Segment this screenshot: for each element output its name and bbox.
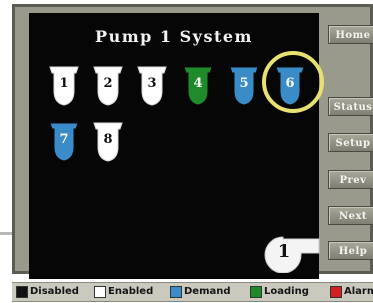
status-button[interactable]: Status <box>328 97 373 116</box>
pump-number: 3 <box>147 76 157 91</box>
legend-label: Alarm <box>344 286 373 297</box>
pump-number: 2 <box>103 76 113 91</box>
pump-8-icon[interactable]: 8 <box>91 121 125 165</box>
hmi-panel: Pump 1 System 1 2 3 4 5 6 7 8 1 Home Sta… <box>12 4 373 279</box>
status-legend: Disabled Enabled Demand Loading Alarm <box>12 282 373 302</box>
pump-number: 5 <box>239 76 249 91</box>
pump-3-icon[interactable]: 3 <box>135 65 169 109</box>
legend-item-loading: Loading <box>250 286 309 298</box>
legend-item-alarm: Alarm <box>330 286 373 298</box>
legend-item-disabled: Disabled <box>16 286 79 298</box>
pump-number: 7 <box>59 132 69 147</box>
pump-2-icon[interactable]: 2 <box>91 65 125 109</box>
help-button[interactable]: Help <box>328 241 373 260</box>
legend-swatch-icon <box>16 286 28 298</box>
legend-label: Demand <box>184 286 231 297</box>
selected-pump-number: 1 <box>277 241 291 262</box>
legend-swatch-icon <box>170 286 182 298</box>
pump-4-icon[interactable]: 4 <box>181 65 215 109</box>
legend-swatch-icon <box>250 286 262 298</box>
pump-symbol-icon: 1 <box>261 235 323 274</box>
pump-system-screen: Pump 1 System 1 2 3 4 5 6 7 8 1 <box>29 13 324 279</box>
pump-number: 4 <box>193 76 203 91</box>
legend-label: Loading <box>264 286 309 297</box>
legend-item-enabled: Enabled <box>94 286 153 298</box>
pump-5-icon[interactable]: 5 <box>227 65 261 109</box>
pump-1-icon[interactable]: 1 <box>47 65 81 109</box>
page-title: Pump 1 System <box>95 27 253 46</box>
legend-swatch-icon <box>330 286 342 298</box>
highlight-ring <box>262 51 324 113</box>
pump-number: 8 <box>103 132 113 147</box>
pump-7-icon[interactable]: 7 <box>47 121 81 165</box>
legend-swatch-icon <box>94 286 106 298</box>
legend-label: Disabled <box>30 286 79 297</box>
legend-label: Enabled <box>108 286 154 297</box>
pump-number: 1 <box>59 76 69 91</box>
prev-button[interactable]: Prev <box>328 170 373 189</box>
hmi-screenshot: Pump 1 System 1 2 3 4 5 6 7 8 1 Home Sta… <box>0 0 373 303</box>
legend-item-demand: Demand <box>170 286 231 298</box>
home-button[interactable]: Home <box>328 25 373 44</box>
setup-button[interactable]: Setup <box>328 133 373 152</box>
next-button[interactable]: Next <box>328 206 373 225</box>
